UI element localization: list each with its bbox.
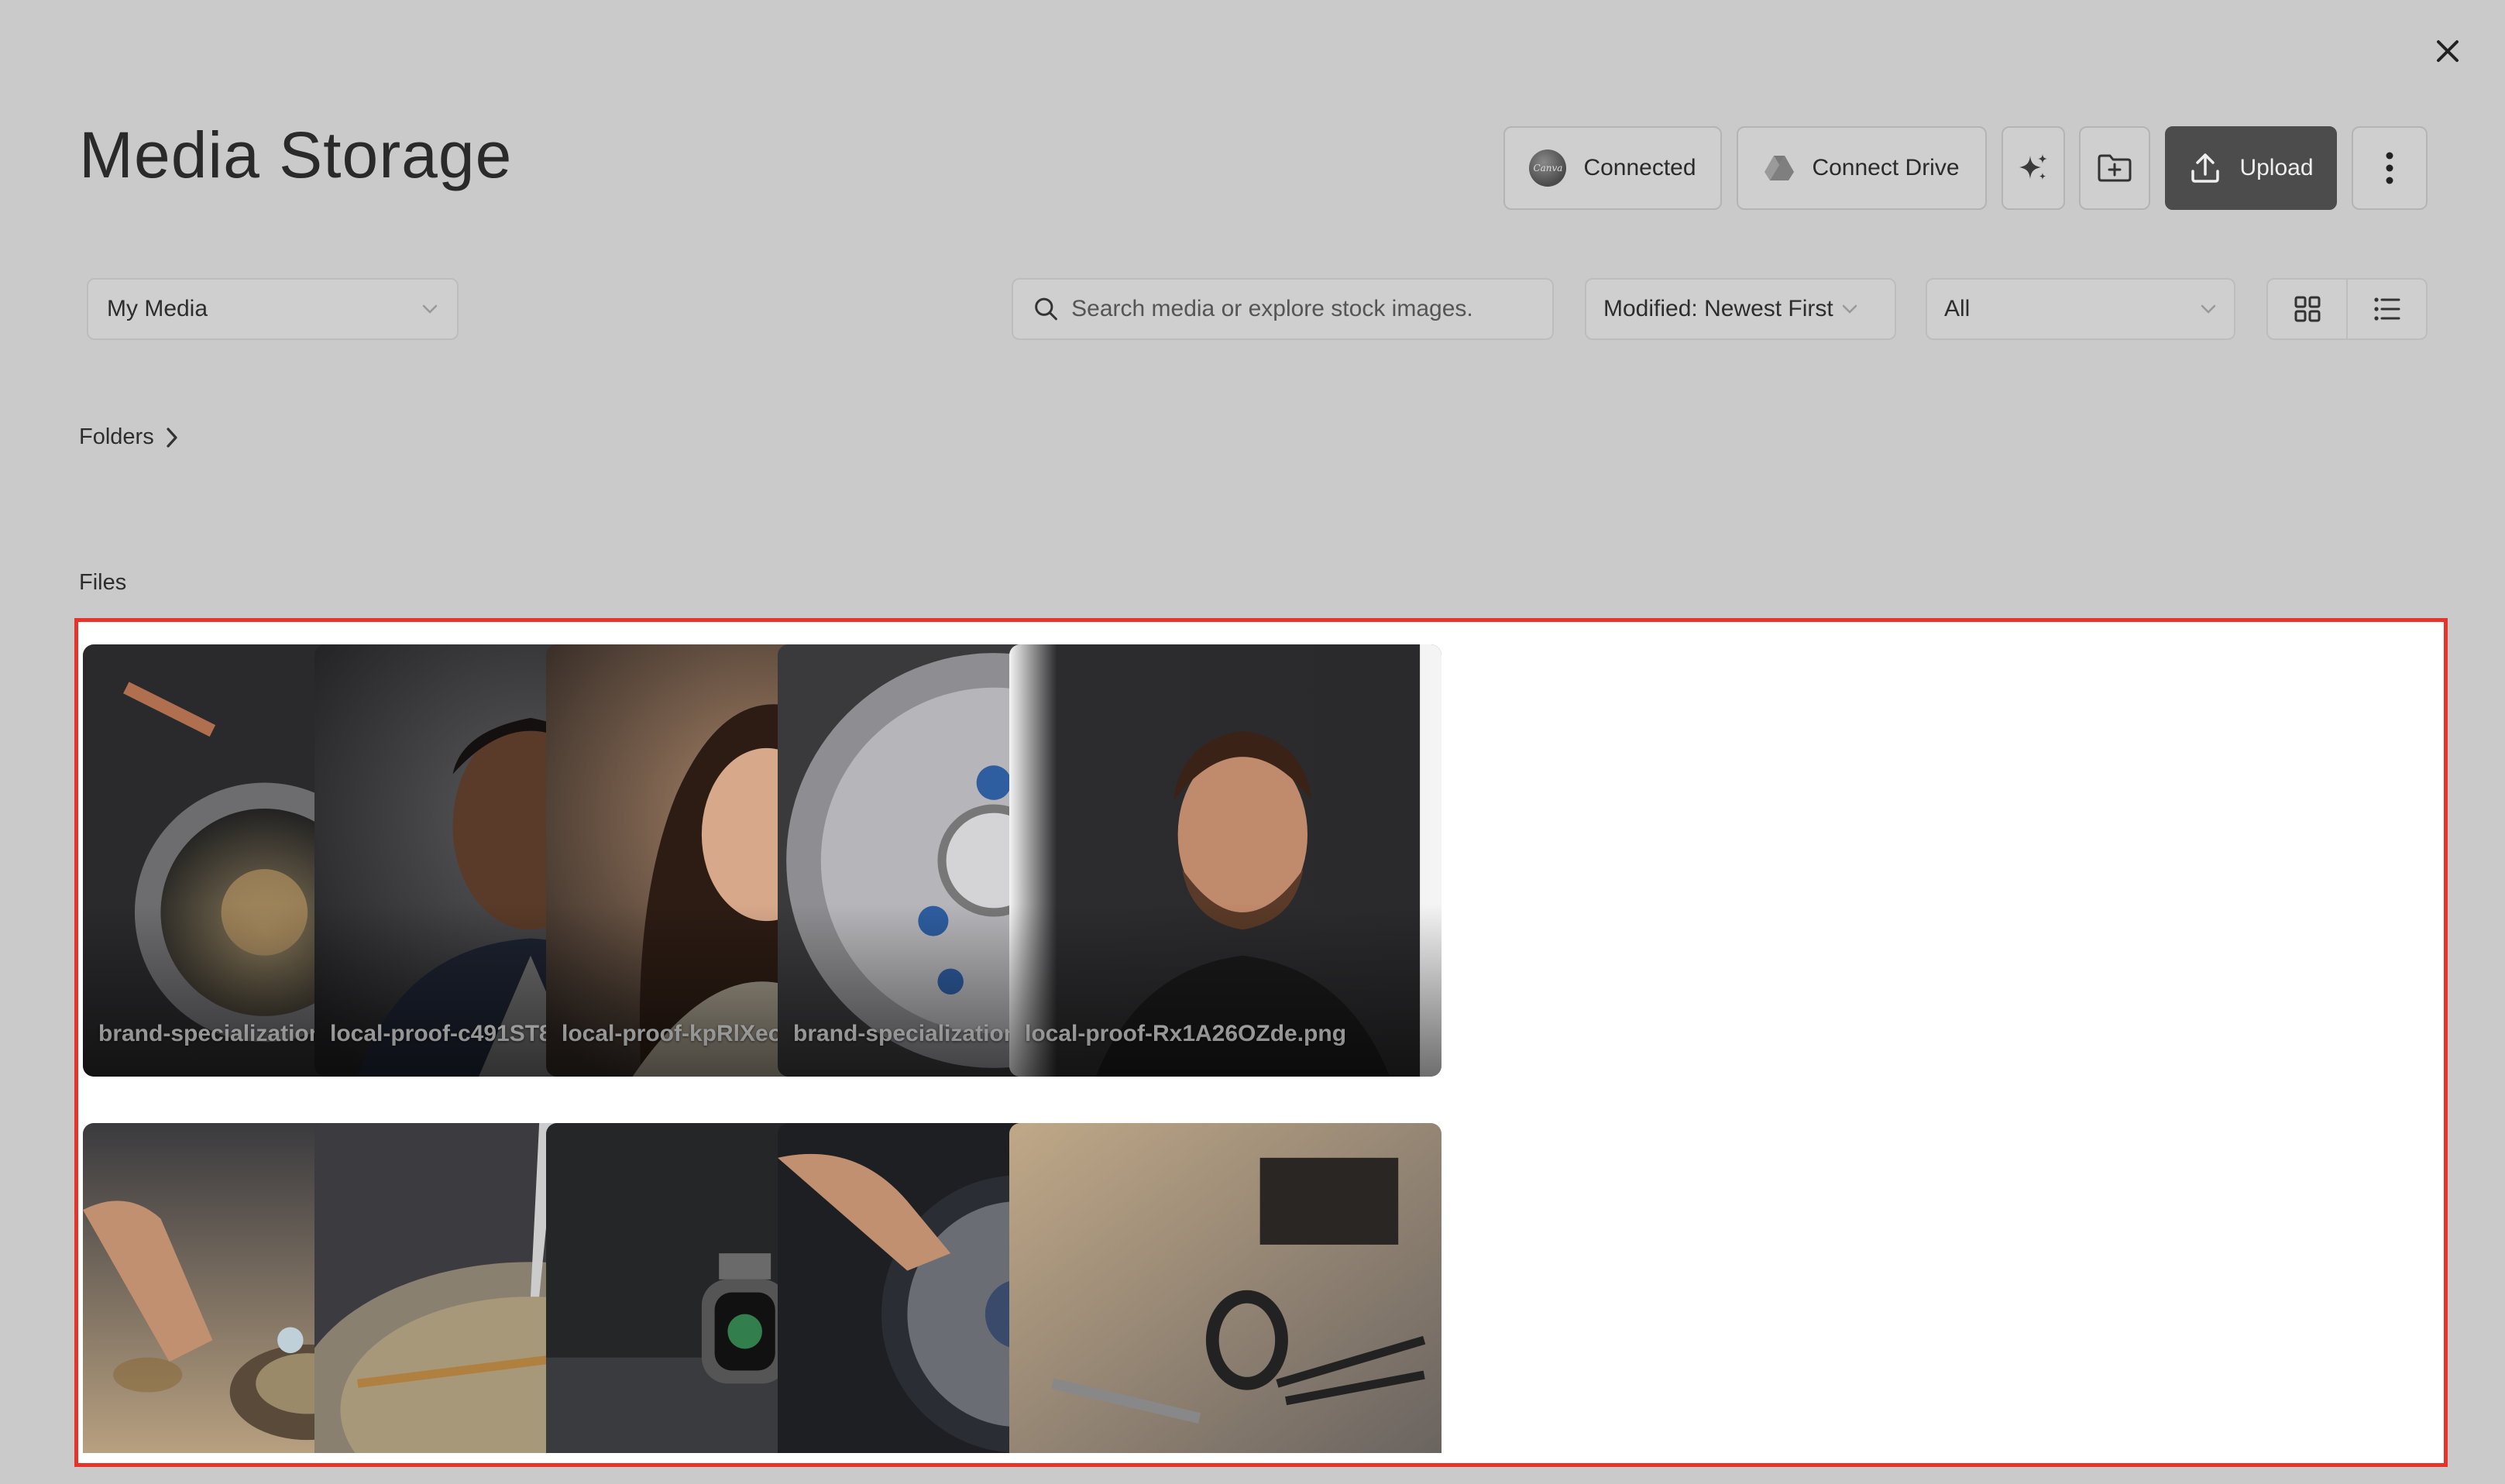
file-tile[interactable]: local-proof-Rx1A26OZde.png [1009, 644, 1441, 1077]
media-source-value: My Media [107, 296, 208, 321]
canva-icon: Canva [1529, 149, 1567, 187]
ai-generate-button[interactable] [2002, 126, 2065, 210]
search-input[interactable] [1070, 295, 1532, 323]
folders-label: Folders [79, 424, 154, 449]
list-view-button[interactable] [2346, 280, 2426, 338]
connected-label: Connected [1583, 155, 1696, 180]
new-folder-button[interactable] [2079, 126, 2150, 210]
file-name: local-proof-Rx1A26OZde.png [1025, 1021, 1347, 1046]
file-tile[interactable] [1009, 1123, 1441, 1453]
canva-connected-button[interactable]: Canva Connected [1503, 126, 1722, 210]
chevron-down-icon [1842, 304, 1857, 314]
list-icon [2373, 297, 2400, 321]
more-vertical-icon [2386, 152, 2393, 184]
folder-plus-icon [2098, 154, 2132, 182]
upload-button[interactable]: Upload [2165, 126, 2337, 210]
files-section-label: Files [79, 570, 127, 595]
file-thumbnail [1009, 1123, 1441, 1453]
sort-select[interactable]: Modified: Newest First [1585, 278, 1896, 340]
upload-icon [2191, 153, 2220, 183]
file-thumbnail [1009, 644, 1441, 1077]
sparkle-icon [2019, 154, 2047, 180]
chevron-down-icon [422, 304, 438, 314]
folders-link[interactable]: Folders [79, 424, 179, 450]
page-title: Media Storage [79, 119, 513, 191]
upload-label: Upload [2239, 155, 2314, 180]
google-drive-icon [1764, 156, 1795, 180]
files-grid: brand-specialization-srqEd... local-proo… [74, 618, 2448, 1467]
type-filter-select[interactable]: All [1926, 278, 2235, 340]
grid-icon [2294, 296, 2320, 322]
more-options-button[interactable] [2352, 126, 2428, 210]
connect-drive-button[interactable]: Connect Drive [1737, 126, 1987, 210]
close-button[interactable] [2424, 28, 2471, 74]
sort-value: Modified: Newest First [1603, 296, 1833, 321]
type-filter-value: All [1944, 296, 1971, 321]
connect-drive-label: Connect Drive [1812, 155, 1960, 180]
search-box[interactable] [1012, 278, 1554, 340]
chevron-down-icon [2201, 304, 2216, 314]
view-toggle [2266, 278, 2428, 340]
media-source-select[interactable]: My Media [87, 278, 459, 340]
grid-view-button[interactable] [2268, 280, 2346, 338]
chevron-right-icon [167, 427, 177, 448]
search-icon [1035, 297, 1057, 321]
close-icon [2437, 40, 2459, 62]
